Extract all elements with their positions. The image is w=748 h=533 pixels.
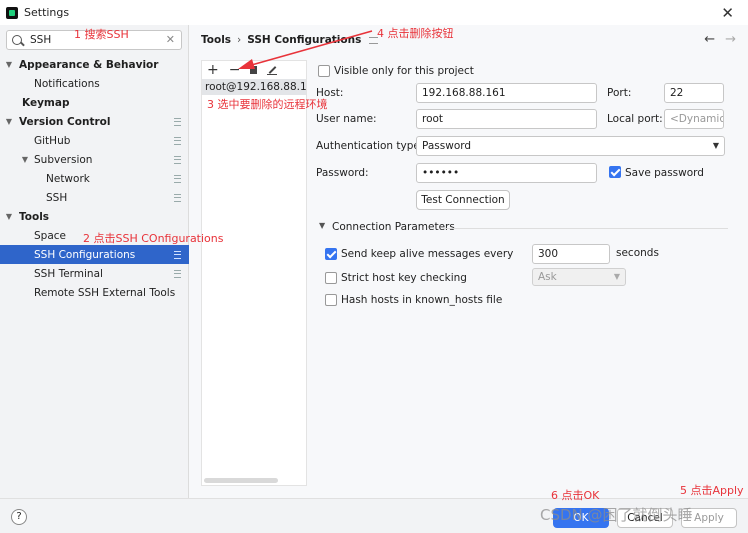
visible-only-checkbox[interactable] [318,65,330,77]
sidebar-item-subversion[interactable]: ▼ Subversion [0,150,189,169]
remove-icon[interactable]: − [229,62,241,78]
watermark: CSDN @困了就倒头睡 [540,506,693,524]
sidebar-item-label: SSH Configurations [34,248,136,261]
keep-alive-label: Send keep alive messages every [341,248,514,260]
sidebar-item-github[interactable]: GitHub [0,131,189,150]
username-label: User name: [316,113,377,125]
host-field[interactable]: 192.168.88.161 [416,83,597,103]
sidebar-item-network[interactable]: Network [0,169,189,188]
sidebar-item-remote-ssh-external-tools[interactable]: Remote SSH External Tools [0,283,189,302]
hash-hosts-label: Hash hosts in known_hosts file [341,294,503,306]
sidebar-item-label: Remote SSH External Tools [34,286,176,299]
sidebar-item-label: Keymap [22,96,70,109]
annotation-step-3: 3 选中要删除的远程环境 [207,98,328,111]
list-toolbar: + − [202,61,306,79]
annotation-step-5: 5 点击Apply [680,484,744,497]
sidebar-item-label: Space [34,229,66,242]
sidebar-item-tools[interactable]: ▼ Tools [0,207,189,226]
sidebar-item-label: Network [46,172,90,185]
strict-host-select[interactable]: Ask ▼ [532,268,626,286]
connection-parameters-header[interactable]: Connection Parameters [332,221,455,233]
save-password-label: Save password [625,167,704,179]
sidebar-item-ssh[interactable]: SSH [0,188,189,207]
auth-type-select[interactable]: Password ▼ [416,136,725,156]
local-port-field[interactable]: <Dynamic> [664,109,724,129]
username-field[interactable]: root [416,109,597,129]
sidebar-item-label: SSH Terminal [34,267,103,280]
password-field[interactable]: •••••• [416,163,597,183]
edit-icon[interactable] [267,65,278,75]
app-logo-icon [6,6,18,19]
strict-host-label: Strict host key checking [341,272,467,284]
breadcrumb-root[interactable]: Tools [201,34,231,46]
horizontal-scrollbar[interactable] [204,478,278,483]
annotation-step-4: 4 点击删除按钮 [377,27,454,40]
title-bar: Settings ✕ [0,0,748,25]
search-value: SSH [30,34,52,46]
list-item[interactable]: root@192.168.88.161:22 [202,79,306,95]
annotation-step-1: 1 搜索SSH [74,28,129,41]
add-icon[interactable]: + [207,62,219,78]
window-title: Settings [24,6,70,19]
copy-icon[interactable] [250,66,258,74]
chevron-down-icon[interactable]: ▼ [20,155,30,164]
port-label: Port: [607,87,632,99]
sidebar-item-label: Subversion [34,153,93,166]
project-settings-icon [174,193,181,202]
local-port-label: Local port: [607,113,663,125]
sidebar-item-label: Tools [19,210,50,223]
auth-type-value: Password [422,140,472,152]
sidebar-item-label: Version Control [19,115,111,128]
hash-hosts-checkbox[interactable] [325,294,337,306]
ssh-config-form: Visible only for this project Host: 192.… [316,25,746,498]
chevron-down-icon: ▼ [613,272,620,281]
sidebar-item-version-control[interactable]: ▼ Version Control [0,112,189,131]
password-label: Password: [316,167,369,179]
visible-only-label: Visible only for this project [334,65,474,77]
help-button[interactable]: ? [11,509,27,525]
port-field[interactable]: 22 [664,83,724,103]
annotation-step-2: 2 点击SSH COnfigurations [83,232,224,245]
keep-alive-unit: seconds [616,247,659,259]
sidebar-item-appearance[interactable]: ▼ Appearance & Behavior [0,55,189,74]
sidebar-item-label: SSH [46,191,68,204]
sidebar-item-ssh-terminal[interactable]: SSH Terminal [0,264,189,283]
project-settings-icon [174,250,181,259]
sidebar-item-ssh-configurations[interactable]: SSH Configurations [0,245,189,264]
section-divider [443,228,728,229]
chevron-down-icon[interactable]: ▼ [4,212,14,221]
breadcrumb-separator: › [237,34,242,46]
keep-alive-checkbox[interactable] [325,248,337,260]
strict-host-checkbox[interactable] [325,272,337,284]
chevron-down-icon[interactable]: ▼ [4,60,14,69]
sidebar-item-keymap[interactable]: Keymap [0,93,189,112]
sidebar-item-label: GitHub [34,134,71,147]
project-settings-icon [174,155,181,164]
test-connection-button[interactable]: Test Connection [416,190,510,210]
chevron-down-icon[interactable]: ▼ [319,221,325,230]
project-settings-icon [174,174,181,183]
auth-type-label: Authentication type: [316,140,424,152]
project-settings-icon [174,117,181,126]
close-icon[interactable]: ✕ [721,4,734,22]
chevron-down-icon: ▼ [712,141,719,150]
keep-alive-field[interactable]: 300 [532,244,610,264]
ssh-config-list: + − root@192.168.88.161:22 [201,60,307,486]
sidebar-item-notifications[interactable]: Notifications [0,74,189,93]
sidebar-item-label: Notifications [34,77,100,90]
search-icon [12,35,22,45]
settings-sidebar: SSH ✕ ▼ Appearance & Behavior Notificati… [0,25,189,498]
clear-icon[interactable]: ✕ [166,33,175,46]
project-settings-icon [174,269,181,278]
strict-host-value: Ask [538,271,557,283]
annotation-step-6: 6 点击OK [551,489,600,502]
sidebar-item-label: Appearance & Behavior [19,58,159,71]
project-settings-icon [174,136,181,145]
chevron-down-icon[interactable]: ▼ [4,117,14,126]
save-password-checkbox[interactable] [609,166,621,178]
